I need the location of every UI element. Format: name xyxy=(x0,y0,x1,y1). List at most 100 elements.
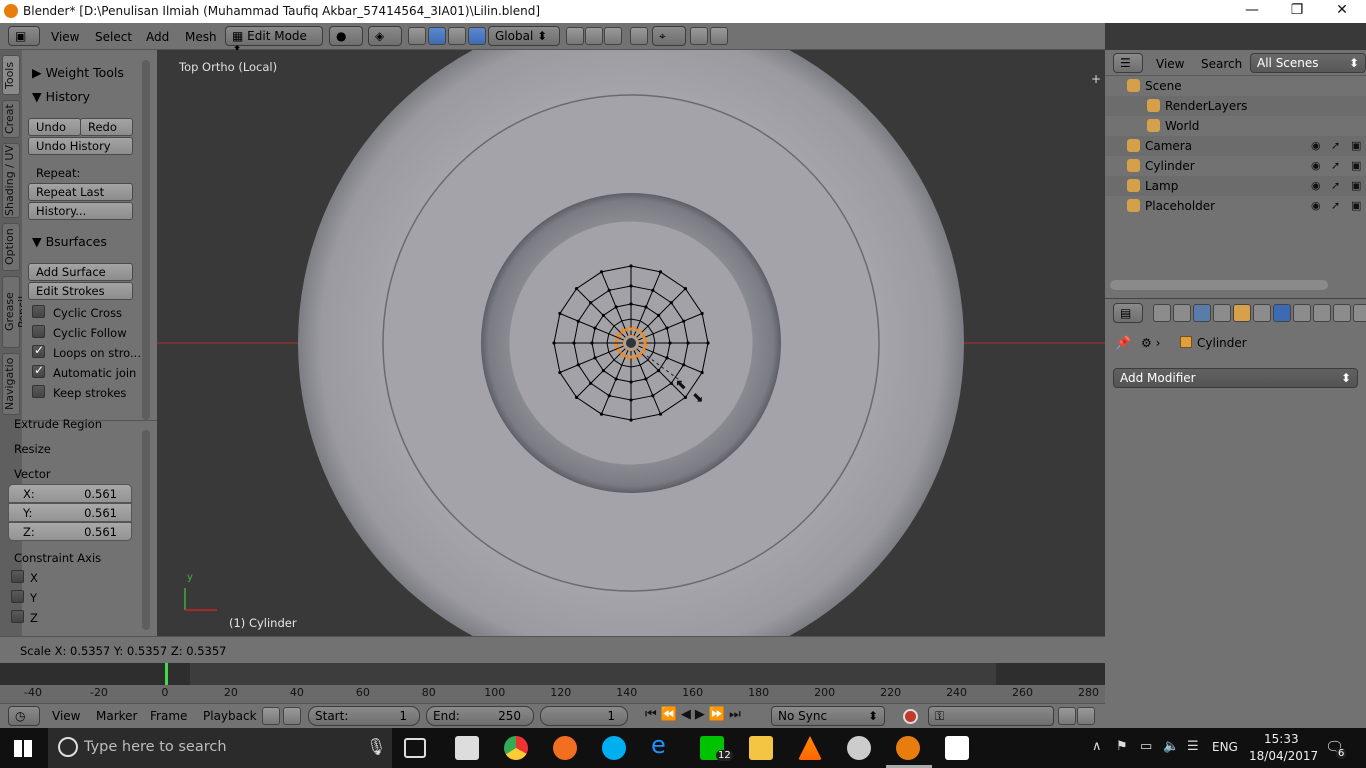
volume-icon[interactable]: 🔈 xyxy=(1163,739,1179,754)
tray-network-icon[interactable]: ⚑ xyxy=(1116,739,1128,754)
properties-tab-icon[interactable] xyxy=(1173,304,1191,322)
3d-viewport[interactable]: ⬉ ⬊ Top Ortho (Local) y (1) Cylinder + xyxy=(157,50,1105,636)
language-indicator[interactable]: ENG xyxy=(1212,740,1238,754)
face-select-icon[interactable] xyxy=(604,27,622,45)
movie-maker-icon[interactable] xyxy=(945,736,969,760)
blender-taskbar-icon[interactable] xyxy=(896,736,920,760)
eye-icon[interactable]: ◉ xyxy=(1311,139,1321,152)
store-icon[interactable] xyxy=(455,736,479,760)
toggle-properties-icon[interactable]: + xyxy=(1091,72,1101,86)
tab-tools[interactable]: Tools xyxy=(2,55,20,95)
operator-scrollbar[interactable] xyxy=(142,430,150,630)
scene-filter-select[interactable]: All Scenes ⬍ xyxy=(1250,53,1366,73)
history-button[interactable]: History... xyxy=(28,202,133,220)
firefox-icon[interactable] xyxy=(553,736,577,760)
outliner-row[interactable]: Camera ◉ ➚ ▣ xyxy=(1105,136,1366,156)
tray-chevron-icon[interactable]: ∧ xyxy=(1092,739,1102,754)
cursor-icon[interactable]: ➚ xyxy=(1331,199,1340,212)
render-visibility-icon[interactable]: ▣ xyxy=(1351,159,1361,172)
tab-shading-uv[interactable]: Shading / UV xyxy=(2,143,20,218)
translate-icon[interactable] xyxy=(428,27,446,45)
tab-create[interactable]: Creat xyxy=(2,100,20,138)
properties-tab-icon[interactable] xyxy=(1333,304,1351,322)
playhead[interactable] xyxy=(164,663,168,685)
tl-menu-playback[interactable]: Playback xyxy=(203,709,257,723)
snap-select[interactable]: ⌖ xyxy=(652,26,686,46)
menu-view[interactable]: View xyxy=(51,30,79,44)
menu-add[interactable]: Add xyxy=(146,30,169,44)
bsurfaces-option-checkbox[interactable] xyxy=(32,343,45,358)
vector-y-field[interactable]: Y: 0.561 xyxy=(8,503,132,522)
render-visibility-icon[interactable]: ▣ xyxy=(1351,139,1361,152)
outliner-row[interactable]: Cylinder ◉ ➚ ▣ xyxy=(1105,156,1366,176)
bsurfaces-panel-header[interactable]: ▼ Bsurfaces xyxy=(32,234,107,249)
menu-mesh[interactable]: Mesh xyxy=(185,30,217,44)
add-modifier-select[interactable]: Add Modifier ⬍ xyxy=(1113,368,1358,388)
end-frame-field[interactable]: End: 250 xyxy=(426,706,534,726)
clock-time[interactable]: 15:33 xyxy=(1264,732,1299,746)
orientation-select[interactable]: Global ⬍ xyxy=(488,26,560,46)
timeline[interactable]: -40 -20 0 20 40 60 80 100 120 140 160 180 200 220 240 2… xyxy=(0,663,1105,703)
cursor-icon[interactable]: ➚ xyxy=(1331,179,1340,192)
repeat-last-button[interactable]: Repeat Last xyxy=(28,183,133,201)
shading-select[interactable]: ● xyxy=(329,26,363,46)
properties-editor-type[interactable]: ▤ xyxy=(1113,303,1143,323)
outliner-row[interactable]: RenderLayers xyxy=(1105,96,1366,116)
eye-icon[interactable]: ◉ xyxy=(1311,179,1321,192)
insert-keyframe-icon[interactable] xyxy=(1058,707,1076,725)
tab-grease-pencil[interactable]: Grease Pencil xyxy=(2,276,29,348)
properties-tab-icon[interactable] xyxy=(1233,304,1251,322)
render-visibility-icon[interactable]: ▣ xyxy=(1351,199,1361,212)
skype-icon[interactable] xyxy=(602,736,626,760)
task-view-icon[interactable] xyxy=(404,738,426,758)
pin-icon[interactable]: 📌 xyxy=(1115,336,1131,351)
battery-icon[interactable]: ▭ xyxy=(1140,739,1152,754)
outliner-row[interactable]: Lamp ◉ ➚ ▣ xyxy=(1105,176,1366,196)
clock-date[interactable]: 18/04/2017 xyxy=(1249,749,1318,763)
undo-button[interactable]: Undo xyxy=(28,118,81,136)
render-icon[interactable] xyxy=(690,27,708,45)
outliner-menu-search[interactable]: Search xyxy=(1201,57,1242,71)
tab-options[interactable]: Option xyxy=(2,223,20,271)
wifi-icon[interactable]: ☰ xyxy=(1187,739,1199,754)
sync-select[interactable]: No Sync ⬍ xyxy=(771,706,885,726)
properties-tab-icon[interactable] xyxy=(1193,304,1211,322)
bsurfaces-option-checkbox[interactable] xyxy=(32,305,45,318)
outliner-hscroll[interactable] xyxy=(1110,280,1328,290)
menu-select[interactable]: Select xyxy=(95,30,132,44)
manipulator-toggle-icon[interactable] xyxy=(408,27,426,45)
start-icon[interactable] xyxy=(14,740,32,757)
vertex-select-icon[interactable] xyxy=(566,27,584,45)
add-surface-button[interactable]: Add Surface xyxy=(28,263,133,281)
lock-icon[interactable] xyxy=(283,707,301,725)
edge-icon[interactable]: e xyxy=(651,731,675,759)
maximize-button[interactable]: ❐ xyxy=(1282,2,1312,18)
properties-tab-icon[interactable] xyxy=(1273,304,1291,322)
editor-type-button[interactable]: ▣ xyxy=(8,26,40,46)
pivot-select[interactable]: ◈ xyxy=(368,26,402,46)
shelf-scrollbar[interactable] xyxy=(142,60,150,420)
vlc-icon[interactable] xyxy=(798,736,822,760)
constraint-y-checkbox[interactable] xyxy=(11,590,24,603)
proportional-edit-icon[interactable] xyxy=(630,27,648,45)
render-visibility-icon[interactable]: ▣ xyxy=(1351,179,1361,192)
outliner-row[interactable]: Placeholder ◉ ➚ ▣ xyxy=(1105,196,1366,216)
keying-set-field[interactable]: ⚿ xyxy=(928,706,1054,726)
close-button[interactable]: ✕ xyxy=(1327,2,1357,18)
constraint-x-checkbox[interactable] xyxy=(11,570,24,583)
vector-z-field[interactable]: Z: 0.561 xyxy=(8,522,132,541)
scale-icon[interactable] xyxy=(468,27,486,45)
timeline-editor-type[interactable]: ◷ xyxy=(8,706,40,726)
record-icon[interactable] xyxy=(903,709,918,724)
current-frame-field[interactable]: 1 xyxy=(540,706,628,726)
properties-tab-icon[interactable] xyxy=(1253,304,1271,322)
weight-tools-panel-header[interactable]: ▶ Weight Tools xyxy=(32,65,124,80)
properties-tab-icon[interactable] xyxy=(1153,304,1171,322)
outliner-editor-type[interactable]: ☰ xyxy=(1113,53,1143,73)
undo-history-button[interactable]: Undo History xyxy=(28,137,133,155)
tab-navigation[interactable]: Navigatio xyxy=(2,353,20,415)
chrome-icon[interactable] xyxy=(504,736,528,760)
rotate-icon[interactable] xyxy=(448,27,466,45)
search-box[interactable]: Type here to search 🎙 xyxy=(48,728,392,768)
outliner-row[interactable]: Scene xyxy=(1105,76,1366,96)
